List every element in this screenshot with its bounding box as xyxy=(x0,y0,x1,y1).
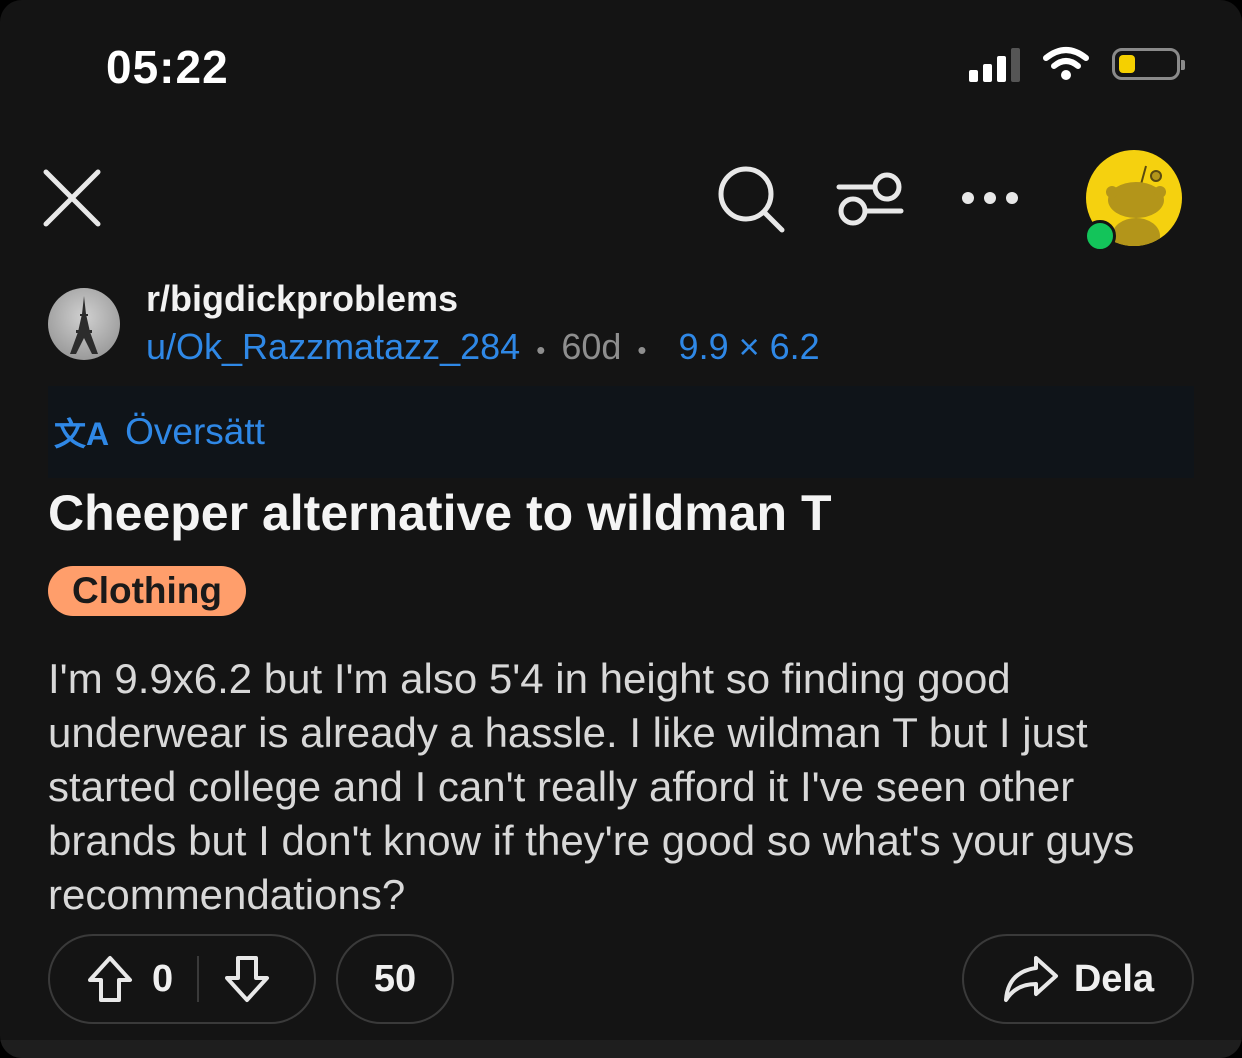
post-age: 60d xyxy=(561,326,622,367)
filter-button[interactable] xyxy=(834,168,906,230)
meta-separator: • xyxy=(637,335,647,365)
vote-count: 0 xyxy=(152,957,174,1000)
user-flair: 9.9 × 6.2 xyxy=(678,326,820,367)
post-meta: u/Ok_Razzmatazz_284 • 60d • 9.9 × 6.2 xyxy=(146,326,820,368)
subreddit-name[interactable]: r/bigdickproblems xyxy=(146,278,458,320)
sliders-icon xyxy=(836,172,904,226)
comments-button[interactable]: 50 xyxy=(336,934,454,1024)
author-link[interactable]: u/Ok_Razzmatazz_284 xyxy=(146,326,520,367)
share-label: Dela xyxy=(1073,957,1155,1000)
eiffel-tower-icon xyxy=(70,296,98,354)
search-icon xyxy=(718,166,785,233)
translate-icon: 文A xyxy=(54,416,110,452)
close-button[interactable] xyxy=(38,164,106,232)
status-icons xyxy=(969,46,1185,82)
battery-level xyxy=(1119,55,1135,73)
share-icon xyxy=(1003,956,1058,1002)
vote-control: 0 xyxy=(48,934,316,1024)
close-icon xyxy=(43,169,101,227)
post-flair[interactable]: Clothing xyxy=(48,566,247,616)
battery-icon xyxy=(1112,48,1185,80)
status-time: 05:22 xyxy=(106,41,229,93)
comment-count: 50 xyxy=(373,957,417,1000)
more-icon xyxy=(962,192,1018,204)
subreddit-avatar[interactable] xyxy=(48,288,120,360)
vote-divider xyxy=(197,956,200,1002)
upvote-icon[interactable] xyxy=(86,954,134,1004)
next-content-edge xyxy=(0,1040,1242,1058)
downvote-icon[interactable] xyxy=(223,954,271,1004)
meta-separator: • xyxy=(536,335,546,365)
post-screen: 05:22 r/bigdickproblems u/Ok_Razzmatazz_… xyxy=(0,0,1242,1058)
online-status-dot xyxy=(1084,220,1116,252)
wifi-icon xyxy=(1043,47,1089,80)
post-body: I'm 9.9x6.2 but I'm also 5'4 in height s… xyxy=(48,655,1135,918)
translate-label: Översätt xyxy=(125,411,265,452)
share-button[interactable]: Dela xyxy=(962,934,1194,1024)
post-title: Cheeper alternative to wildman T xyxy=(48,485,832,541)
translate-button[interactable]: 文A Översätt xyxy=(48,386,1194,478)
cellular-signal-icon xyxy=(969,46,1020,82)
more-button[interactable] xyxy=(956,178,1024,218)
search-button[interactable] xyxy=(712,164,788,234)
